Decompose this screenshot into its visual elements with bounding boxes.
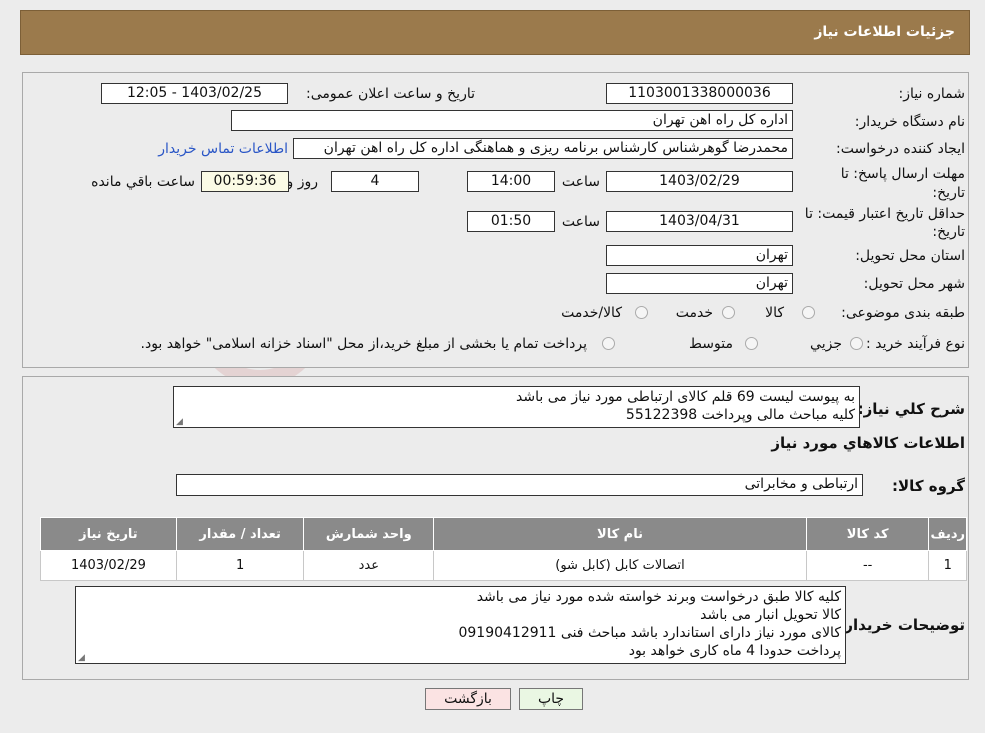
buyer-field[interactable]: اداره کل راه اهن تهران [231,110,793,131]
cell-code: -- [805,550,930,581]
category-option-goods: کالا [765,305,784,321]
category-radio-goods-service[interactable] [635,306,648,319]
column-header-name: نام کالا [433,517,807,551]
category-option-service: خدمت [675,305,713,321]
category-radio-service[interactable] [722,306,735,319]
buyer-notes-textarea[interactable]: کلیه کالا طبق درخواست وبرند خواسته شده م… [75,586,846,664]
resize-grip-icon[interactable]: ◢ [78,654,86,663]
validity-label: حداقل تاریخ اعتبار قیمت: تا [804,206,965,222]
cell-name: اتصالات کابل (کابل شو) [433,550,807,581]
deadline-date-field[interactable]: 1403/02/29 [606,171,793,192]
creator-label: ایجاد کننده درخواست: [836,141,965,157]
page-header: جزئیات اطلاعات نیاز [20,10,970,55]
column-header-code: کد کالا [805,517,930,551]
need-number-field[interactable]: 1103001338000036 [606,83,793,104]
buyer-notes-line: پرداخت حدودا 4 ماه کاری خواهد بود [628,643,841,659]
cell-need-date: 1403/02/29 [40,550,177,581]
page-title: جزئیات اطلاعات نیاز [814,24,955,40]
remaining-time-field: 00:59:36 [201,171,289,192]
column-header-quantity: تعداد / مقدار [175,517,305,551]
cell-row-number: 1 [928,550,967,581]
column-header-need-date: تاریخ نیاز [40,517,177,551]
table-row[interactable]: 1 -- اتصالات کابل (کابل شو) عدد 1 1403/0… [40,550,967,581]
province-field[interactable]: تهران [606,245,793,266]
description-textarea[interactable]: به پیوست لیست 69 قلم کالای ارتباطی مورد … [173,386,860,428]
payment-note: پرداخت تمام یا بخشی از مبلغ خرید،از محل … [140,336,587,352]
purchase-radio-small[interactable] [850,337,863,350]
description-label: شرح كلي نياز: [857,400,965,418]
buyer-notes-line: کالا تحویل انبار می باشد [700,607,841,623]
goods-table: رديف کد کالا نام کالا واحد شمارش تعداد /… [40,517,967,581]
validity-hour-label: ساعت [561,214,600,230]
province-label: استان محل تحویل: [855,248,965,264]
resize-grip-icon[interactable]: ◢ [176,418,184,427]
days-label: روز و [286,174,319,190]
category-radio-goods[interactable] [802,306,815,319]
purchase-option-medium: متوسط [689,336,733,352]
contact-info-link[interactable]: اطلاعات تماس خریدار [158,141,288,157]
buyer-notes-label: توضیحات خریدار: [838,616,965,634]
deadline-label-2: تاریخ: [932,185,965,201]
description-line: کلیه مباحث مالی وپرداخت 55122398 [625,407,855,423]
back-button[interactable]: بازگشت [425,688,511,710]
purchase-type-label: نوع فرآیند خرید : [866,336,965,352]
city-field[interactable]: تهران [606,273,793,294]
cell-unit: عدد [303,550,435,581]
validity-date-field[interactable]: 1403/04/31 [606,211,793,232]
deadline-hour-label: ساعت [561,174,600,190]
category-option-goods-service: کالا/خدمت [561,305,622,321]
goods-section-title: اطلاعات كالاهاي مورد نياز [771,434,965,452]
column-header-unit: واحد شمارش [303,517,435,551]
category-label: طبقه بندی موضوعی: [841,305,965,321]
treasury-checkbox[interactable] [602,337,615,350]
column-header-row-number: رديف [928,517,967,551]
deadline-label: مهلت ارسال پاسخ: تا [840,166,965,182]
creator-field[interactable]: محمدرضا گوهرشناس کارشناس برنامه ریزی و ه… [293,138,793,159]
buyer-label: نام دستگاه خریدار: [854,114,965,130]
cell-quantity: 1 [175,550,305,581]
goods-group-field[interactable]: ارتباطی و مخابراتی [176,474,863,496]
table-header-row: رديف کد کالا نام کالا واحد شمارش تعداد /… [40,517,967,551]
description-line: به پیوست لیست 69 قلم کالای ارتباطی مورد … [516,389,855,405]
buyer-notes-line: کلیه کالا طبق درخواست وبرند خواسته شده م… [476,589,841,605]
announce-label: تاریخ و ساعت اعلان عمومی: [306,86,475,102]
announce-field[interactable]: 1403/02/25 - 12:05 [101,83,288,104]
validity-time-field[interactable]: 01:50 [467,211,555,232]
print-button[interactable]: چاپ [519,688,583,710]
buyer-notes-line: کالای مورد نیاز دارای استاندارد باشد مبا… [458,625,841,641]
remaining-label: ساعت باقي مانده [91,174,195,190]
validity-label-2: تاریخ: [932,224,965,240]
city-label: شهر محل تحویل: [863,276,965,292]
purchase-option-small: جزیي [810,336,842,352]
need-number-label: شماره نیاز: [898,86,966,102]
days-field[interactable]: 4 [331,171,419,192]
deadline-time-field[interactable]: 14:00 [467,171,555,192]
purchase-radio-medium[interactable] [745,337,758,350]
goods-group-label: گروه کالا: [892,477,965,495]
